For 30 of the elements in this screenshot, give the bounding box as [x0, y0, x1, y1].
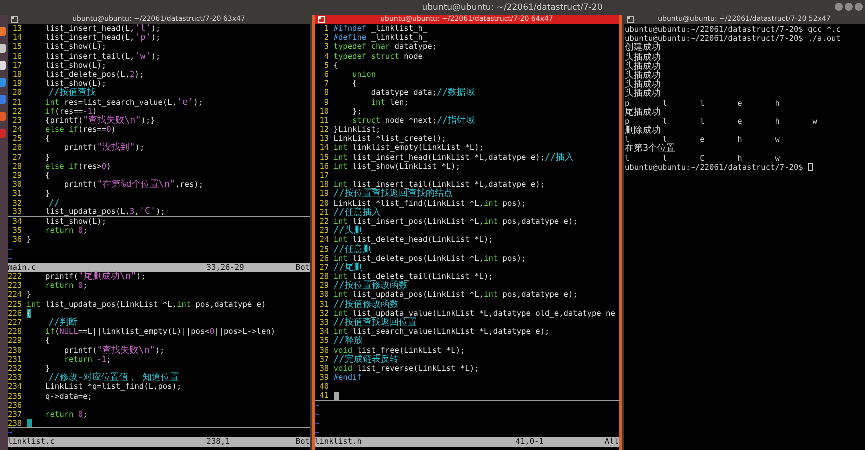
code-line: // — [48, 198, 60, 208]
text-cursor — [808, 163, 814, 172]
terminal-output-line: 头插成功 — [625, 80, 661, 90]
terminal-output-line: 删除成功 — [625, 126, 661, 136]
code-line: //按位置修改函数 — [334, 281, 408, 290]
code-line: //按值查找 — [48, 88, 96, 98]
terminal-output-line: 创建成功 — [625, 43, 661, 53]
code-line: //尾删 — [334, 262, 363, 272]
terminal-output-line: 头插成功 — [625, 70, 661, 80]
code-line: //任意插入 — [334, 208, 381, 217]
code-line: //判断 — [48, 318, 78, 328]
terminal-output-line: 尾插成功 — [625, 108, 661, 117]
window-title: ubuntu@ubuntu: ~/22061/datastruct/7-20 — [422, 2, 603, 12]
code-line: //按值修改函数 — [334, 300, 399, 309]
code-line: //释放 — [334, 336, 363, 346]
code-line: //按位置查找返回查找的结点 — [334, 189, 453, 199]
code-line: //修改-对应位置值， 知道位置 — [48, 373, 180, 382]
terminal-output-line: 头插成功 — [625, 52, 661, 62]
text-cursor — [26, 419, 32, 428]
code-line: //头删 — [334, 226, 363, 236]
grid-icon — [11, 16, 18, 23]
code-line: //完成链表反转 — [334, 354, 399, 364]
grid-icon — [627, 16, 634, 23]
terminal-output-line: 头插成功 — [625, 89, 661, 99]
terminal-output-line: 头插成功 — [625, 62, 661, 71]
grid-icon — [318, 16, 325, 23]
code-line: //按值查找返回位置 — [334, 318, 417, 328]
terminal-output-line: 在第3个位置 — [625, 144, 676, 154]
code-line: //任意删 — [334, 244, 372, 254]
text-cursor — [334, 392, 339, 400]
